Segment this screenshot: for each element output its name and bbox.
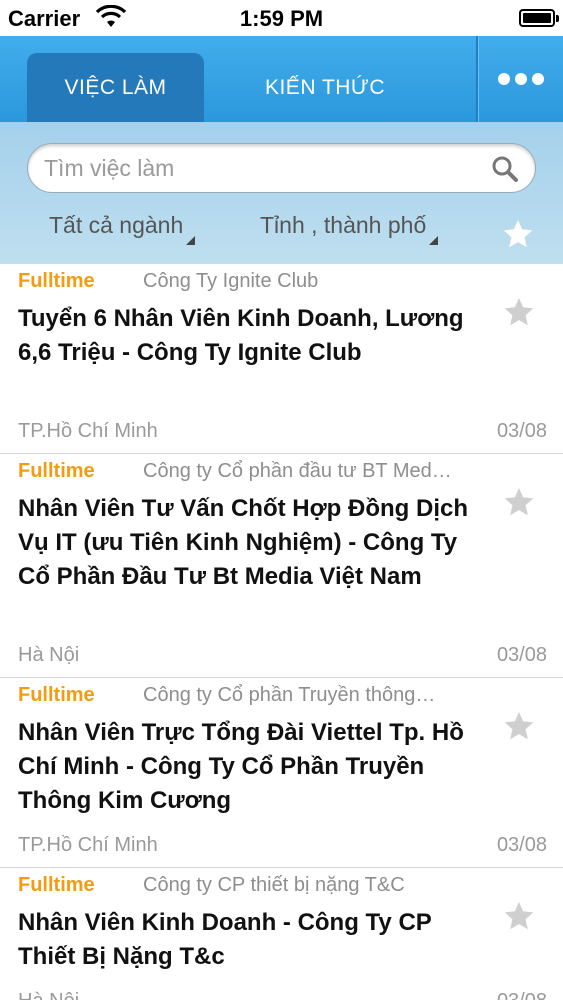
job-type-label: Fulltime xyxy=(18,270,95,292)
tab-jobs[interactable]: VIỆC LÀM xyxy=(27,53,204,122)
job-company: Công ty Cổ phần đầu tư BT Med… xyxy=(143,460,452,482)
status-bar: Carrier 1:59 PM xyxy=(0,0,563,36)
job-company: Công ty CP thiết bị nặng T&C xyxy=(143,874,405,896)
job-title: Tuyển 6 Nhân Viên Kinh Doanh, Lương 6,6 … xyxy=(18,305,464,366)
industry-dropdown[interactable]: Tất cả ngành xyxy=(49,212,196,245)
filter-panel: Tất cả ngành Tỉnh , thành phố xyxy=(0,122,563,264)
job-location: Hà Nội xyxy=(18,644,80,666)
clock: 1:59 PM xyxy=(239,6,324,31)
more-button[interactable] xyxy=(478,36,563,122)
more-dot-icon xyxy=(497,73,510,85)
job-type-label: Fulltime xyxy=(18,460,95,482)
job-type-label: Fulltime xyxy=(18,874,95,896)
job-item[interactable]: Fulltime Công ty Cổ phần đầu tư BT Med… … xyxy=(0,454,563,678)
caret-down-icon xyxy=(186,236,196,245)
caret-down-icon xyxy=(429,236,439,245)
job-item[interactable]: Fulltime Công Ty Ignite Club Tuyển 6 Nhâ… xyxy=(0,264,563,454)
search-input[interactable] xyxy=(44,144,484,192)
job-title: Nhân Viên Tư Vấn Chốt Hợp Đồng Dịch Vụ I… xyxy=(18,495,468,590)
job-list: Fulltime Công Ty Ignite Club Tuyển 6 Nhâ… xyxy=(0,264,563,1000)
search-box xyxy=(27,143,536,193)
bookmark-star-icon[interactable] xyxy=(503,296,535,328)
job-item[interactable]: Fulltime Công ty Cổ phần Truyền thông… N… xyxy=(0,678,563,868)
job-date: 03/08 xyxy=(497,990,547,1000)
job-item[interactable]: Fulltime Công ty CP thiết bị nặng T&C Nh… xyxy=(0,868,563,1000)
job-date: 03/08 xyxy=(496,420,547,442)
job-location: Hà Nội xyxy=(18,990,79,1000)
industry-dropdown-label: Tất cả ngành xyxy=(49,212,184,238)
job-company: Công ty Cổ phần Truyền thông… xyxy=(143,684,436,706)
job-title: Nhân Viên Trực Tổng Đài Viettel Tp. Hồ C… xyxy=(18,719,464,814)
search-icon[interactable] xyxy=(491,155,519,183)
tab-bar: VIỆC LÀM KIẾN THỨC xyxy=(0,36,563,122)
job-company: Công Ty Ignite Club xyxy=(143,270,319,292)
job-date: 03/08 xyxy=(496,644,547,666)
city-dropdown-label: Tỉnh , thành phố xyxy=(260,212,427,238)
more-dot-icon xyxy=(514,73,527,85)
battery-icon xyxy=(519,9,559,27)
bookmark-star-icon[interactable] xyxy=(503,900,535,932)
bookmark-star-icon[interactable] xyxy=(503,486,535,518)
bookmark-star-icon[interactable] xyxy=(503,710,535,742)
job-date: 03/08 xyxy=(496,834,547,856)
job-type-label: Fulltime xyxy=(18,684,95,706)
job-location: TP.Hồ Chí Minh xyxy=(18,420,158,442)
city-dropdown[interactable]: Tỉnh , thành phố xyxy=(260,212,439,245)
job-title: Nhân Viên Kinh Doanh - Công Ty CP Thiết … xyxy=(18,909,432,970)
job-location: TP.Hồ Chí Minh xyxy=(18,834,158,856)
tab-knowledge[interactable]: KIẾN THỨC xyxy=(220,53,430,122)
favorites-star-icon[interactable] xyxy=(502,218,534,250)
more-dot-icon xyxy=(531,73,544,85)
